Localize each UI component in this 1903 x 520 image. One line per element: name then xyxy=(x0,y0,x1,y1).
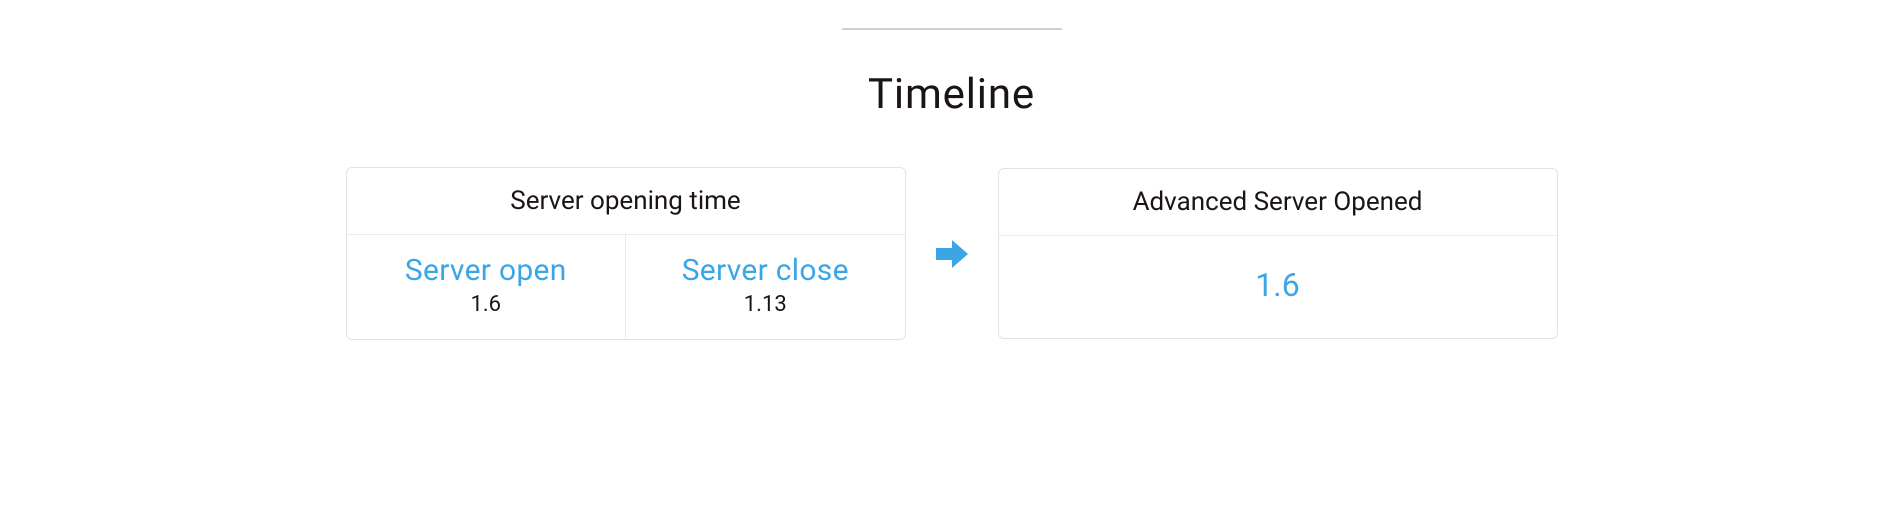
server-close-value: 1.13 xyxy=(636,292,895,317)
section-divider xyxy=(842,28,1062,30)
timeline-row: Server opening time Server open 1.6 Serv… xyxy=(0,167,1903,340)
server-opening-time-header: Server opening time xyxy=(347,168,905,235)
server-open-value: 1.6 xyxy=(357,292,616,317)
server-open-cell: Server open 1.6 xyxy=(347,235,626,339)
advanced-server-opened-card: Advanced Server Opened 1.6 xyxy=(998,168,1558,339)
server-close-label: Server close xyxy=(636,253,895,288)
arrow-right-icon xyxy=(932,234,972,274)
server-opening-time-card: Server opening time Server open 1.6 Serv… xyxy=(346,167,906,340)
timeline-title: Timeline xyxy=(868,70,1035,119)
server-open-label: Server open xyxy=(357,253,616,288)
advanced-server-opened-header: Advanced Server Opened xyxy=(999,169,1557,236)
server-opening-time-body: Server open 1.6 Server close 1.13 xyxy=(347,235,905,339)
advanced-server-opened-value: 1.6 xyxy=(1009,266,1547,304)
advanced-server-opened-body: 1.6 xyxy=(999,236,1557,338)
server-close-cell: Server close 1.13 xyxy=(625,235,905,339)
